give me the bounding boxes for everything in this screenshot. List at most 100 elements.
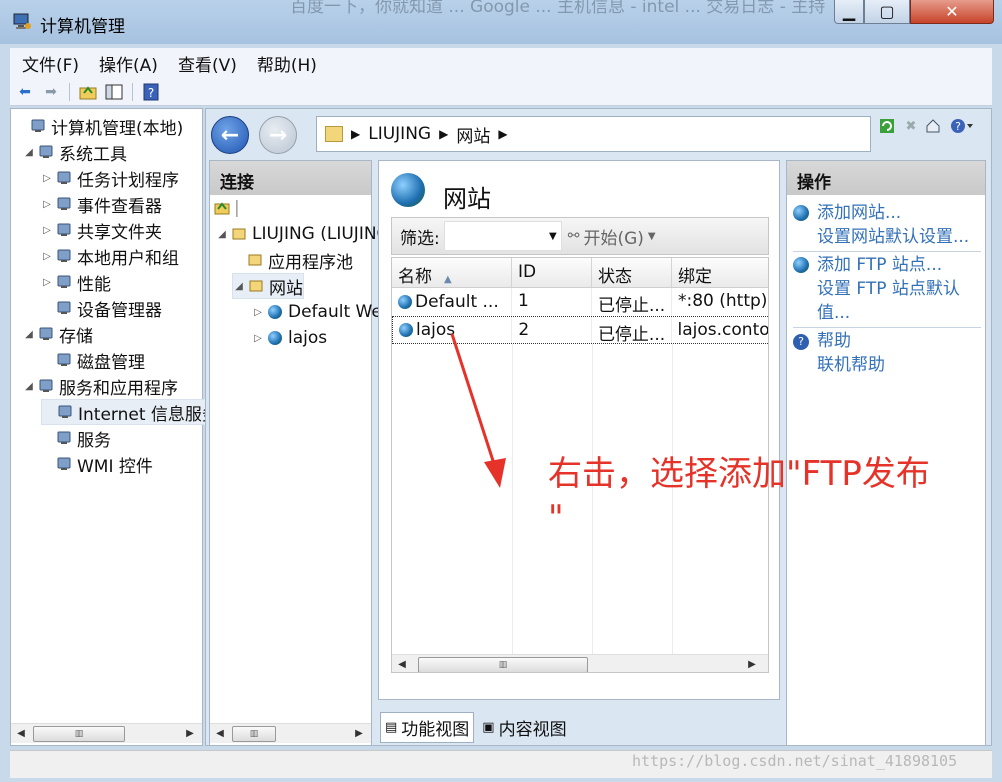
- table-row[interactable]: Default ... 1 已停止... *:80 (http): [392, 288, 768, 316]
- up-folder-icon[interactable]: [77, 82, 99, 102]
- connection-item[interactable]: ▷ lajos: [252, 325, 327, 351]
- tree-item[interactable]: WMI 控件: [41, 451, 153, 477]
- tree-item[interactable]: 设备管理器: [41, 295, 162, 321]
- tab-content-view[interactable]: ▣ 内容视图: [478, 713, 570, 742]
- site-binding: *:80 (http): [672, 288, 768, 316]
- column-status[interactable]: 状态: [592, 258, 672, 287]
- expander-icon[interactable]: ◢: [233, 281, 245, 292]
- tree-item[interactable]: 计算机管理(本地): [15, 113, 183, 139]
- tree-item[interactable]: ◢ 系统工具: [23, 139, 127, 165]
- expander-icon[interactable]: ◢: [23, 147, 35, 158]
- tree-item[interactable]: 服务: [41, 425, 111, 451]
- minimize-button[interactable]: ▁: [834, 0, 864, 24]
- show-hide-tree-icon[interactable]: [103, 82, 125, 102]
- connection-label: 网站: [269, 278, 303, 299]
- menu-view[interactable]: 查看(V): [166, 51, 245, 76]
- new-connection-icon[interactable]: [214, 201, 230, 215]
- expander-icon[interactable]: ▷: [41, 277, 53, 288]
- address-bar[interactable]: ▶ LIUJING ▶ 网站 ▶: [316, 116, 871, 152]
- help-icon: ?: [793, 334, 809, 350]
- scroll-right-arrow-icon[interactable]: ▶: [180, 728, 200, 739]
- filter-input[interactable]: ▼: [443, 221, 562, 251]
- tree-item[interactable]: ◢ 存储: [23, 321, 93, 347]
- expander-icon[interactable]: ◢: [216, 229, 228, 240]
- tab-features-view[interactable]: ▤ 功能视图: [380, 711, 475, 743]
- tree-item[interactable]: ▷ 本地用户和组: [41, 243, 179, 269]
- annotation-text: 右击，选择添加"FTP发布 ": [548, 454, 930, 538]
- tree-item-label: 本地用户和组: [77, 248, 179, 269]
- back-button[interactable]: ←: [211, 116, 249, 154]
- scroll-left-arrow-icon[interactable]: ◀: [11, 728, 31, 739]
- tree-item[interactable]: ▷ 性能: [41, 269, 111, 295]
- tree-item-label: 系统工具: [59, 144, 127, 165]
- stop-icon[interactable]: ✖: [902, 117, 920, 135]
- home-icon[interactable]: [924, 117, 942, 135]
- column-name[interactable]: 名称 ▲: [392, 258, 512, 287]
- maximize-button[interactable]: ▢: [864, 0, 910, 24]
- connections-horizontal-scrollbar[interactable]: ◀ ▥ ▶: [210, 723, 371, 743]
- scroll-left-arrow-icon[interactable]: ◀: [210, 728, 230, 739]
- tree-item[interactable]: 磁盘管理: [41, 347, 145, 373]
- tree-horizontal-scrollbar[interactable]: ◀ ▥ ▶: [11, 723, 202, 743]
- scroll-thumb[interactable]: ▥: [33, 726, 125, 742]
- add-ftp-globe-icon: [793, 257, 809, 273]
- menu-file[interactable]: 文件(F): [10, 51, 87, 76]
- help-book-icon[interactable]: ?: [140, 82, 162, 102]
- refresh-icon[interactable]: [878, 117, 896, 135]
- tree-item-label: 服务: [77, 430, 111, 451]
- expander-icon[interactable]: ▷: [252, 333, 264, 344]
- breadcrumb-server[interactable]: LIUJING: [368, 124, 431, 144]
- gear-icon: [55, 429, 73, 447]
- server-icon: [247, 277, 265, 295]
- expander-icon[interactable]: ▷: [41, 225, 53, 236]
- menu-action[interactable]: 操作(A): [87, 51, 166, 76]
- menu-help[interactable]: 帮助(H): [245, 51, 325, 76]
- action-site-defaults[interactable]: 设置网站默认设置...: [817, 225, 969, 249]
- performance-icon: [55, 273, 73, 291]
- breadcrumb-separator: ▶: [351, 127, 361, 141]
- scroll-thumb[interactable]: ▥: [418, 657, 588, 672]
- expander-icon[interactable]: ▷: [41, 173, 53, 184]
- expander-icon[interactable]: ▷: [41, 251, 53, 262]
- forward-button[interactable]: →: [259, 116, 297, 154]
- action-ftp-defaults[interactable]: 设置 FTP 站点默认 值...: [817, 277, 960, 325]
- tree-item[interactable]: ▷ 任务计划程序: [41, 165, 179, 191]
- scroll-thumb[interactable]: ▥: [232, 726, 276, 742]
- connections-header: 连接: [210, 161, 371, 195]
- column-binding[interactable]: 绑定: [672, 258, 768, 287]
- expander-icon[interactable]: ◢: [23, 381, 35, 392]
- tree-item[interactable]: ▷ 共享文件夹: [41, 217, 162, 243]
- action-help[interactable]: 帮助: [817, 329, 851, 353]
- help-dropdown-icon[interactable]: ?: [950, 117, 974, 135]
- tree-item[interactable]: ▷ 事件查看器: [41, 191, 162, 217]
- scroll-right-arrow-icon[interactable]: ▶: [349, 728, 369, 739]
- server-icon: [246, 251, 264, 269]
- tree-item-label: WMI 控件: [77, 456, 153, 477]
- tree-item-label: 存储: [59, 326, 93, 347]
- expander-icon[interactable]: ▷: [252, 307, 264, 318]
- close-button[interactable]: ✕: [910, 0, 994, 24]
- scroll-right-arrow-icon[interactable]: ▶: [742, 659, 762, 670]
- scroll-left-arrow-icon[interactable]: ◀: [392, 659, 412, 670]
- features-view-icon: ▤: [385, 719, 398, 735]
- expander-icon[interactable]: ▷: [41, 199, 53, 210]
- table-horizontal-scrollbar[interactable]: ◀ ▥ ▶: [392, 654, 768, 672]
- expander-icon[interactable]: ◢: [23, 329, 35, 340]
- action-add-website[interactable]: 添加网站...: [817, 201, 901, 225]
- column-id[interactable]: ID: [512, 258, 592, 287]
- storage-icon: [37, 325, 55, 343]
- breadcrumb-sites[interactable]: 网站: [456, 122, 490, 147]
- start-button[interactable]: ⚯ 开始(G) ▼: [568, 224, 656, 249]
- forward-arrow-icon[interactable]: ➡: [40, 82, 62, 102]
- wmi-icon: [55, 455, 73, 473]
- breadcrumb-separator: ▶: [498, 127, 508, 141]
- action-online-help[interactable]: 联机帮助: [817, 353, 885, 377]
- connection-item[interactable]: ◢ 网站: [232, 273, 304, 299]
- connection-item[interactable]: 应用程序池: [232, 247, 353, 273]
- tree-item-label: 性能: [77, 274, 111, 295]
- tree-item[interactable]: ◢ 服务和应用程序: [23, 373, 178, 399]
- site-binding: lajos.contoso.com: [672, 317, 768, 343]
- action-add-ftp-site[interactable]: 添加 FTP 站点...: [817, 253, 942, 277]
- tree-item-label: 事件查看器: [77, 196, 162, 217]
- back-arrow-icon[interactable]: ⬅: [14, 82, 36, 102]
